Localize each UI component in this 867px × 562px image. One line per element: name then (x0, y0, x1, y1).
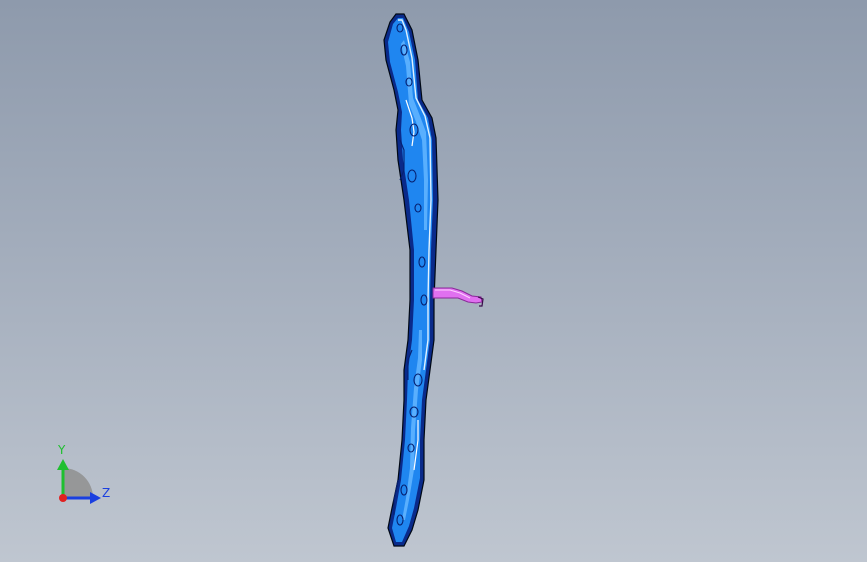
graphics-viewport[interactable]: Y Z (0, 0, 867, 562)
triad-quadrant (63, 468, 93, 498)
triad-x-axis-dot (59, 494, 67, 502)
triad-z-label: Z (102, 486, 111, 500)
model-view[interactable] (0, 0, 867, 562)
orientation-triad[interactable] (57, 459, 101, 504)
triad-y-arrowhead (57, 459, 69, 470)
triad-y-label: Y (58, 443, 66, 457)
sheet-metal-part[interactable] (383, 13, 439, 547)
bracket-part[interactable] (432, 287, 484, 307)
triad-z-arrowhead (90, 492, 101, 504)
